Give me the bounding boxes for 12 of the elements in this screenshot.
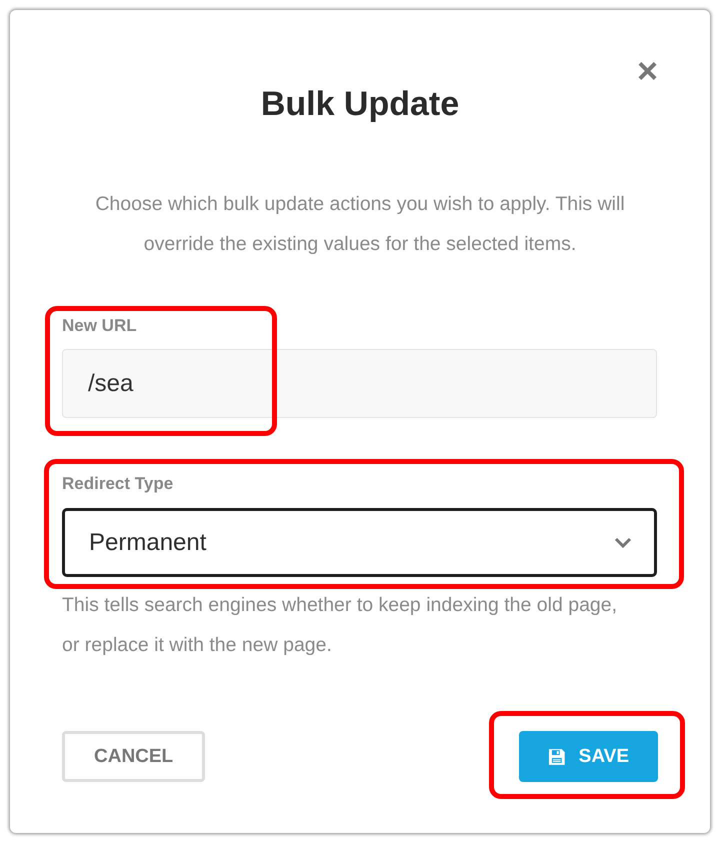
field-label: Redirect Type bbox=[62, 474, 174, 494]
dropdown-value: Permanent bbox=[89, 528, 206, 556]
field-label: New URL bbox=[62, 316, 138, 336]
cancel-button[interactable]: CANCEL bbox=[62, 731, 206, 782]
close-button[interactable]: × bbox=[632, 54, 662, 88]
dialog-title: Bulk Update bbox=[260, 84, 460, 124]
description: Choose which bulk update actions you wish to apply. This will override the existing values for the selected items. bbox=[94, 192, 626, 257]
help-text: This tells search engines whether to keep indexing the old page, or replace it with the new page. bbox=[62, 593, 618, 658]
save-button[interactable]: SAVE bbox=[519, 731, 658, 782]
chevron-down-icon bbox=[614, 536, 632, 548]
redirect-type-dropdown[interactable]: Permanent bbox=[62, 508, 657, 577]
url-field[interactable]: /sea bbox=[62, 349, 657, 418]
